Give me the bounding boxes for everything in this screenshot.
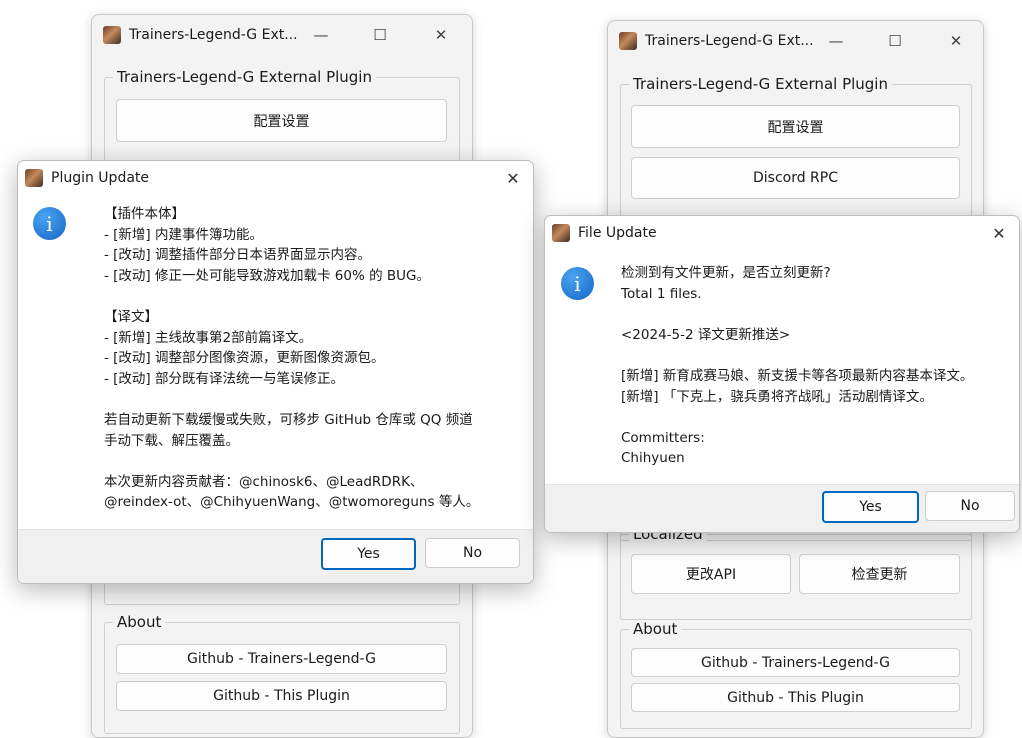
left-window-titlebar[interactable]: Trainers-Legend-G Ext...	[92, 15, 472, 55]
about-group: About	[620, 620, 972, 729]
message-line: - [新增] 内建事件簿功能。	[104, 226, 263, 243]
dialog-footer: Yes No	[18, 529, 533, 583]
message-line: - [改动] 调整部分图像资源，更新图像资源包。	[104, 350, 385, 367]
close-icon[interactable]: ✕	[933, 21, 979, 61]
message-line	[621, 345, 973, 366]
close-icon[interactable]: ✕	[979, 216, 1019, 250]
config-settings-button[interactable]: 配置设置	[116, 99, 447, 142]
close-icon[interactable]: ✕	[418, 15, 464, 55]
about-group: About	[104, 613, 460, 734]
plugin-update-message: 【插件本体】 - [新增] 内建事件簿功能。 - [改动] 调整插件部分日本语界面显…	[104, 204, 479, 513]
message-line: 本次更新内容贡献者：@chinosk6、@LeadRDRK、	[104, 473, 424, 490]
message-line: [新增] 「下克上，骁兵勇将齐战吼」活动剧情译文。	[621, 388, 933, 405]
dialog-title: Plugin Update	[51, 170, 150, 186]
message-line	[104, 389, 479, 410]
app-icon	[103, 26, 121, 44]
info-icon: i	[561, 267, 594, 300]
discord-rpc-button[interactable]: Discord RPC	[631, 157, 960, 199]
message-line	[104, 286, 479, 307]
window-title: Trainers-Legend-G Ext...	[645, 33, 814, 49]
app-icon	[619, 32, 637, 50]
right-window-titlebar[interactable]: Trainers-Legend-G Ext...	[608, 21, 983, 61]
yes-button[interactable]: Yes	[321, 538, 416, 570]
message-line: Committers:	[621, 429, 705, 446]
github-tlg-button[interactable]: Github - Trainers-Legend-G	[116, 644, 447, 674]
dialog-title: File Update	[578, 225, 657, 241]
config-settings-button[interactable]: 配置设置	[631, 105, 960, 148]
github-plugin-button[interactable]: Github - This Plugin	[631, 683, 960, 712]
info-icon: i	[33, 207, 66, 240]
message-line: 【插件本体】	[104, 206, 185, 222]
about-group-title: About	[113, 613, 166, 631]
plugin-update-titlebar[interactable]: Plugin Update	[18, 161, 533, 195]
close-icon[interactable]: ✕	[493, 161, 533, 195]
minimize-icon[interactable]: —	[813, 21, 859, 61]
github-plugin-button[interactable]: Github - This Plugin	[116, 681, 447, 711]
plugin-group-title: Trainers-Legend-G External Plugin	[113, 68, 376, 86]
message-line: - [改动] 部分既有译法统一与笔误修正。	[104, 370, 344, 387]
change-api-button[interactable]: 更改API	[631, 554, 791, 594]
message-line: <2024-5-2 译文更新推送>	[621, 326, 791, 343]
no-button[interactable]: No	[425, 538, 520, 568]
message-line: 若自动更新下载缓慢或失败，可移步 GitHub 仓库或 QQ 频道	[104, 411, 473, 428]
maximize-icon[interactable]: ☐	[357, 15, 403, 55]
window-title: Trainers-Legend-G Ext...	[129, 27, 298, 43]
file-update-dialog: File Update ✕ i 检测到有文件更新，是否立刻更新? Total 1 …	[544, 215, 1020, 533]
message-line	[621, 407, 973, 428]
message-line: 【译文】	[104, 308, 158, 325]
message-line	[104, 451, 479, 472]
message-line	[621, 304, 973, 325]
about-group-title: About	[629, 620, 682, 638]
message-line: - [改动] 调整插件部分日本语界面显示内容。	[104, 247, 371, 264]
message-line: - [改动] 修正一处可能导致游戏加载卡 60% 的 BUG。	[104, 267, 430, 284]
check-update-button[interactable]: 检查更新	[799, 554, 960, 594]
no-button[interactable]: No	[925, 491, 1015, 521]
message-line: [新增] 新育成赛马娘、新支援卡等各项最新内容基本译文。	[621, 367, 974, 384]
file-update-titlebar[interactable]: File Update	[545, 216, 1019, 250]
message-line: Total 1 files.	[621, 285, 702, 302]
message-line: - [新增] 主线故事第2部前篇译文。	[104, 329, 313, 346]
message-line: 手动下载、解压覆盖。	[104, 432, 239, 449]
message-line: @reindex-ot、@ChihyuenWang、@twomoreguns 等…	[104, 494, 480, 511]
yes-button[interactable]: Yes	[822, 491, 919, 523]
maximize-icon[interactable]: ☐	[872, 21, 918, 61]
plugin-group-title: Trainers-Legend-G External Plugin	[629, 75, 892, 93]
app-icon	[552, 224, 570, 242]
minimize-icon[interactable]: —	[298, 15, 344, 55]
dialog-footer: Yes No	[545, 484, 1019, 532]
file-update-message: 检测到有文件更新，是否立刻更新? Total 1 files. <2024-5-2…	[621, 263, 973, 469]
message-line: Chihyuen	[621, 450, 685, 467]
app-icon	[25, 169, 43, 187]
github-tlg-button[interactable]: Github - Trainers-Legend-G	[631, 648, 960, 677]
message-line: 检测到有文件更新，是否立刻更新?	[621, 265, 831, 281]
plugin-update-dialog: Plugin Update ✕ i 【插件本体】 - [新增] 内建事件簿功能。 -…	[17, 160, 534, 584]
